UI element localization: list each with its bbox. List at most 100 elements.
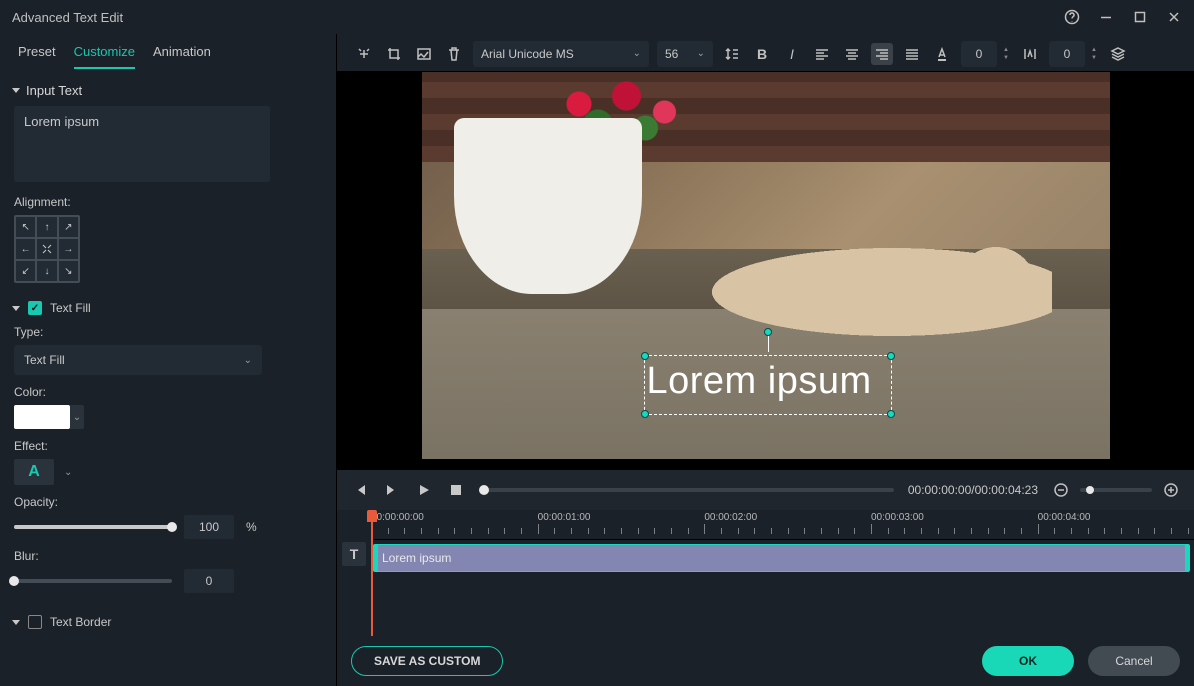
align-top-left[interactable]: ↖ xyxy=(15,216,36,238)
clip-label: Lorem ipsum xyxy=(382,551,451,565)
spin-up[interactable]: ▲ xyxy=(1089,47,1099,53)
step-back-icon[interactable] xyxy=(351,481,369,499)
opacity-slider[interactable] xyxy=(14,525,172,529)
bold-icon[interactable]: B xyxy=(751,43,773,65)
timeline: T 00:00:00:0000:00:01:0000:00:02:0000:00… xyxy=(337,510,1194,636)
image-icon[interactable] xyxy=(413,43,435,65)
spin-down[interactable]: ▼ xyxy=(1089,55,1099,61)
timeline-clip[interactable]: Lorem ipsum xyxy=(373,544,1190,572)
line-height-icon[interactable] xyxy=(721,43,743,65)
transport-bar: 00:00:00:00/00:00:04:23 xyxy=(337,470,1194,510)
play-icon[interactable] xyxy=(415,481,433,499)
align-top-right[interactable]: ↗ xyxy=(58,216,79,238)
blur-input[interactable] xyxy=(184,569,234,593)
align-center[interactable] xyxy=(36,238,57,260)
crop-text-icon[interactable] xyxy=(353,43,375,65)
alignment-label: Alignment: xyxy=(14,195,336,209)
blur-label: Blur: xyxy=(14,549,336,563)
caret-down-icon xyxy=(12,306,20,311)
cancel-button[interactable]: Cancel xyxy=(1088,646,1180,676)
type-value: Text Fill xyxy=(24,353,65,367)
type-label: Type: xyxy=(14,325,336,339)
effect-label: Effect: xyxy=(14,439,336,453)
tab-animation[interactable]: Animation xyxy=(153,44,211,69)
text-border-checkbox[interactable] xyxy=(28,615,42,629)
align-center-icon[interactable] xyxy=(841,43,863,65)
type-dropdown[interactable]: Text Fill ⌄ xyxy=(14,345,262,375)
zoom-slider[interactable] xyxy=(1080,488,1152,492)
crop-icon[interactable] xyxy=(383,43,405,65)
clip-handle-left[interactable] xyxy=(374,545,378,571)
save-as-custom-button[interactable]: SAVE AS CUSTOM xyxy=(351,646,503,676)
minimize-icon[interactable] xyxy=(1098,9,1114,25)
handle-bottom-left[interactable] xyxy=(641,410,649,418)
handle-top-left[interactable] xyxy=(641,352,649,360)
delete-icon[interactable] xyxy=(443,43,465,65)
window-title: Advanced Text Edit xyxy=(12,10,1064,25)
text-fill-heading: Text Fill xyxy=(50,301,91,315)
align-right[interactable]: → xyxy=(58,238,79,260)
color-swatch[interactable] xyxy=(14,405,70,429)
chevron-down-icon[interactable]: ⌄ xyxy=(64,467,72,478)
toolbar: Arial Unicode MS ⌄ 56 ⌄ B I ▲▼ ▲▼ xyxy=(337,36,1194,72)
char-spacing: ▲▼ xyxy=(961,41,1011,67)
blur-slider[interactable] xyxy=(14,579,172,583)
align-left[interactable]: ← xyxy=(15,238,36,260)
opacity-label: Opacity: xyxy=(14,495,336,509)
align-bottom-left[interactable]: ↙ xyxy=(15,260,36,282)
text-overlay-box[interactable]: Lorem ipsum xyxy=(644,355,892,415)
playhead[interactable] xyxy=(371,510,373,636)
handle-bottom-right[interactable] xyxy=(887,410,895,418)
font-size-select[interactable]: 56 ⌄ xyxy=(657,41,713,67)
opacity-input[interactable] xyxy=(184,515,234,539)
overlay-text[interactable]: Lorem ipsum xyxy=(645,356,891,407)
preview-canvas[interactable]: Lorem ipsum xyxy=(422,72,1110,459)
help-icon[interactable] xyxy=(1064,9,1080,25)
text-track-icon[interactable]: T xyxy=(342,542,366,566)
footer: SAVE AS CUSTOM OK Cancel xyxy=(337,636,1194,686)
zoom-out-icon[interactable] xyxy=(1052,481,1070,499)
tab-preset[interactable]: Preset xyxy=(18,44,56,69)
text-fill-checkbox[interactable] xyxy=(28,301,42,315)
caret-down-icon xyxy=(12,620,20,625)
line-spacing-input[interactable] xyxy=(1049,41,1085,67)
opacity-unit: % xyxy=(246,520,257,534)
input-text-field[interactable] xyxy=(14,106,270,182)
chevron-down-icon: ⌄ xyxy=(633,48,641,59)
font-select[interactable]: Arial Unicode MS ⌄ xyxy=(473,41,649,67)
color-dropdown[interactable]: ⌄ xyxy=(70,405,84,429)
ok-button[interactable]: OK xyxy=(982,646,1074,676)
text-border-heading: Text Border xyxy=(50,615,111,629)
section-input-text[interactable]: Input Text xyxy=(12,75,336,106)
align-left-icon[interactable] xyxy=(811,43,833,65)
effect-preview[interactable]: A xyxy=(14,459,54,485)
caret-down-icon xyxy=(12,88,20,93)
align-bottom[interactable]: ↓ xyxy=(36,260,57,282)
char-spacing-input[interactable] xyxy=(961,41,997,67)
timeline-ruler[interactable]: 00:00:00:0000:00:01:0000:00:02:0000:00:0… xyxy=(371,510,1194,540)
spin-down[interactable]: ▼ xyxy=(1001,55,1011,61)
timeline-body[interactable]: 00:00:00:0000:00:01:0000:00:02:0000:00:0… xyxy=(371,510,1194,636)
tab-customize[interactable]: Customize xyxy=(74,44,135,69)
sidebar-tabs: Preset Customize Animation xyxy=(0,34,336,69)
line-spacing: ▲▼ xyxy=(1049,41,1099,67)
text-color-icon[interactable] xyxy=(931,43,953,65)
seek-slider[interactable] xyxy=(479,488,894,492)
handle-top-right[interactable] xyxy=(887,352,895,360)
letter-spacing-icon[interactable] xyxy=(1019,43,1041,65)
close-icon[interactable] xyxy=(1166,9,1182,25)
step-forward-icon[interactable] xyxy=(383,481,401,499)
align-justify-icon[interactable] xyxy=(901,43,923,65)
align-right-icon[interactable] xyxy=(871,43,893,65)
stop-icon[interactable] xyxy=(447,481,465,499)
maximize-icon[interactable] xyxy=(1132,9,1148,25)
titlebar: Advanced Text Edit xyxy=(0,0,1194,34)
zoom-in-icon[interactable] xyxy=(1162,481,1180,499)
clip-handle-right[interactable] xyxy=(1185,545,1189,571)
align-top[interactable]: ↑ xyxy=(36,216,57,238)
layers-icon[interactable] xyxy=(1107,43,1129,65)
italic-icon[interactable]: I xyxy=(781,43,803,65)
align-bottom-right[interactable]: ↘ xyxy=(58,260,79,282)
rotate-handle[interactable] xyxy=(764,328,772,336)
spin-up[interactable]: ▲ xyxy=(1001,47,1011,53)
